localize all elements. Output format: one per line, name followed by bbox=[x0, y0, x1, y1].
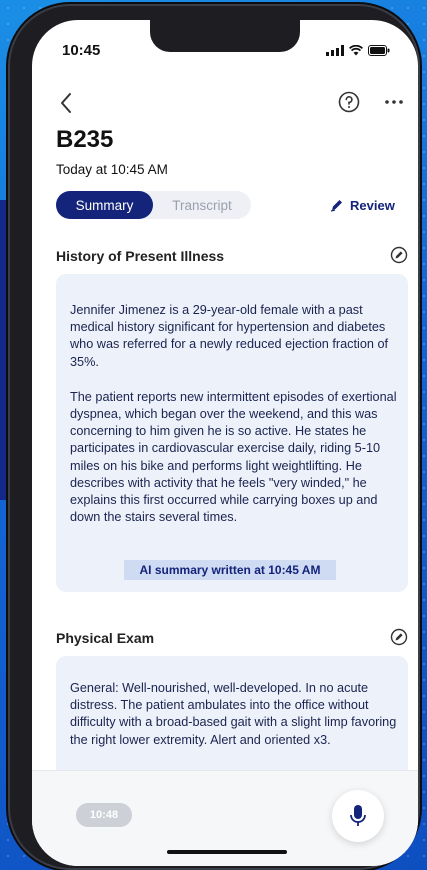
tab-transcript[interactable]: Transcript bbox=[153, 191, 251, 219]
edit-icon bbox=[390, 246, 408, 264]
more-options-button[interactable] bbox=[382, 90, 406, 114]
back-button[interactable] bbox=[54, 90, 80, 116]
physical-exam-paragraph: General: Well-nourished, well-developed.… bbox=[70, 681, 397, 747]
recording-timer: 10:48 bbox=[76, 803, 132, 827]
signal-icon bbox=[326, 45, 344, 56]
review-button[interactable]: Review bbox=[330, 192, 395, 218]
page-title: B235 bbox=[56, 126, 114, 153]
app-screen: 10:45 B235 Today at 10:45 AM Summary Tra… bbox=[32, 20, 418, 866]
status-time: 10:45 bbox=[62, 42, 101, 59]
edit-section-physical-exam-button[interactable] bbox=[390, 628, 408, 646]
phone-frame: 10:45 B235 Today at 10:45 AM Summary Tra… bbox=[10, 6, 418, 868]
history-card: Jennifer Jimenez is a 29-year-old female… bbox=[56, 274, 408, 592]
status-icons bbox=[326, 45, 390, 56]
home-indicator bbox=[167, 850, 287, 854]
tab-summary[interactable]: Summary bbox=[56, 191, 153, 219]
pen-icon bbox=[330, 200, 342, 212]
help-button[interactable] bbox=[337, 90, 361, 114]
history-paragraph-1: Jennifer Jimenez is a 29-year-old female… bbox=[70, 303, 389, 369]
edit-icon bbox=[390, 628, 408, 646]
edit-section-history-button[interactable] bbox=[390, 246, 408, 264]
battery-icon bbox=[368, 45, 390, 56]
notch bbox=[150, 20, 300, 52]
wifi-icon bbox=[349, 45, 363, 56]
history-paragraph-2: The patient reports new intermittent epi… bbox=[70, 389, 397, 525]
page-subtitle: Today at 10:45 AM bbox=[56, 162, 168, 177]
mic-icon bbox=[350, 805, 366, 826]
help-icon bbox=[338, 91, 360, 113]
segmented-control: Summary Transcript bbox=[56, 191, 251, 219]
section-title-physical-exam: Physical Exam bbox=[56, 630, 155, 646]
more-icon bbox=[385, 100, 403, 104]
ai-summary-badge: AI summary written at 10:45 AM bbox=[124, 560, 336, 580]
mic-button[interactable] bbox=[332, 790, 384, 842]
back-chevron-icon bbox=[61, 93, 71, 113]
section-title-history: History of Present Illness bbox=[56, 248, 225, 264]
review-label: Review bbox=[350, 197, 395, 213]
